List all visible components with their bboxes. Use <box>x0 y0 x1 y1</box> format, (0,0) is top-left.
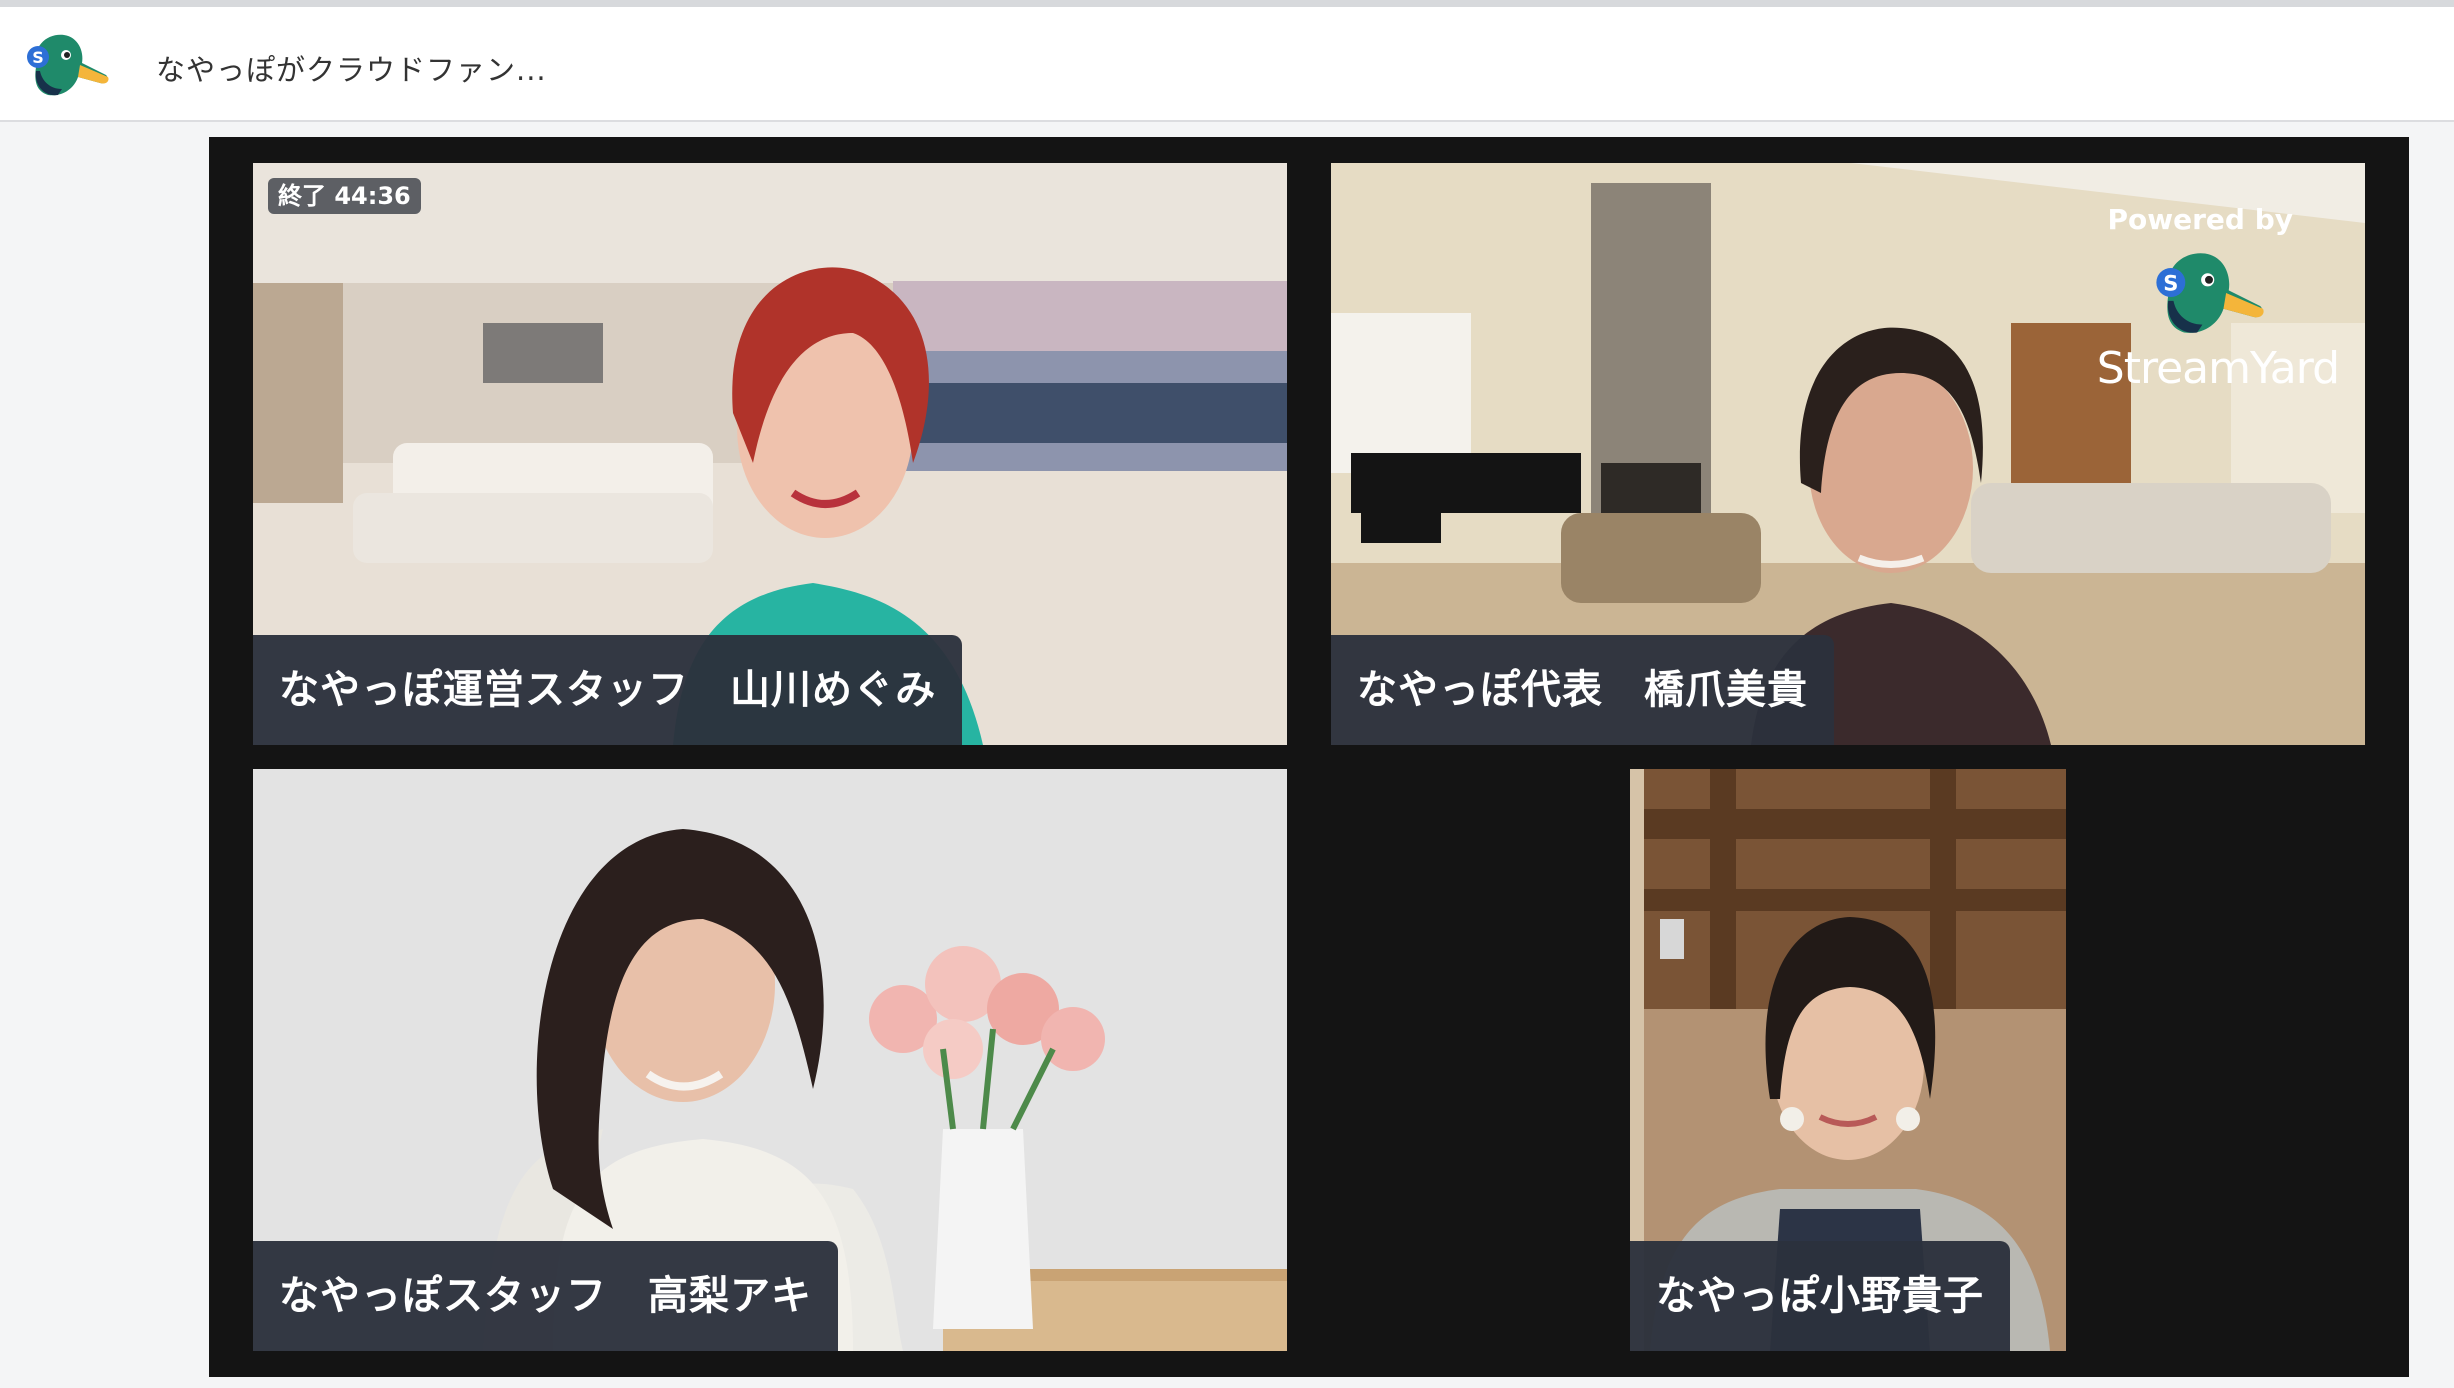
participant-tile[interactable]: なやっぽスタッフ 高梨アキ <box>253 769 1287 1351</box>
participant-tile[interactable]: Powered by S StreamYard なやっぽ代表 橋爪美貴 <box>1331 163 2365 745</box>
stream-title[interactable]: なやっぽがクラウドファン... <box>156 47 547 89</box>
broadcast-stage: 終了 44:36 なやっぽ運営スタッフ 山川めぐみ Powered by S S… <box>209 137 2409 1377</box>
streamyard-duck-logo-icon: S <box>2156 253 2264 333</box>
browser-top-border <box>0 0 2454 7</box>
participant-tile[interactable]: なやっぽ小野貴子 <box>1630 769 2066 1351</box>
participant-name-label: なやっぽ運営スタッフ 山川めぐみ <box>253 635 963 745</box>
participant-name-label: なやっぽ代表 橋爪美貴 <box>1331 635 1834 745</box>
powered-by-label: Powered by <box>2107 203 2294 236</box>
streamyard-wordmark: StreamYard <box>2096 343 2340 394</box>
svg-text:S: S <box>2163 270 2178 295</box>
participant-name-label: なやっぽ小野貴子 <box>1630 1241 2010 1351</box>
streamyard-branding: Powered by S StreamYard <box>2096 189 2340 399</box>
streamyard-duck-logo-icon[interactable]: S <box>22 27 112 103</box>
participant-tile[interactable]: 終了 44:36 なやっぽ運営スタッフ 山川めぐみ <box>253 163 1287 745</box>
stream-timer: 終了 44:36 <box>268 178 421 214</box>
participant-name-label: なやっぽスタッフ 高梨アキ <box>253 1241 838 1351</box>
svg-text:S: S <box>32 48 44 67</box>
page-header: S なやっぽがクラウドファン... <box>0 7 2454 122</box>
